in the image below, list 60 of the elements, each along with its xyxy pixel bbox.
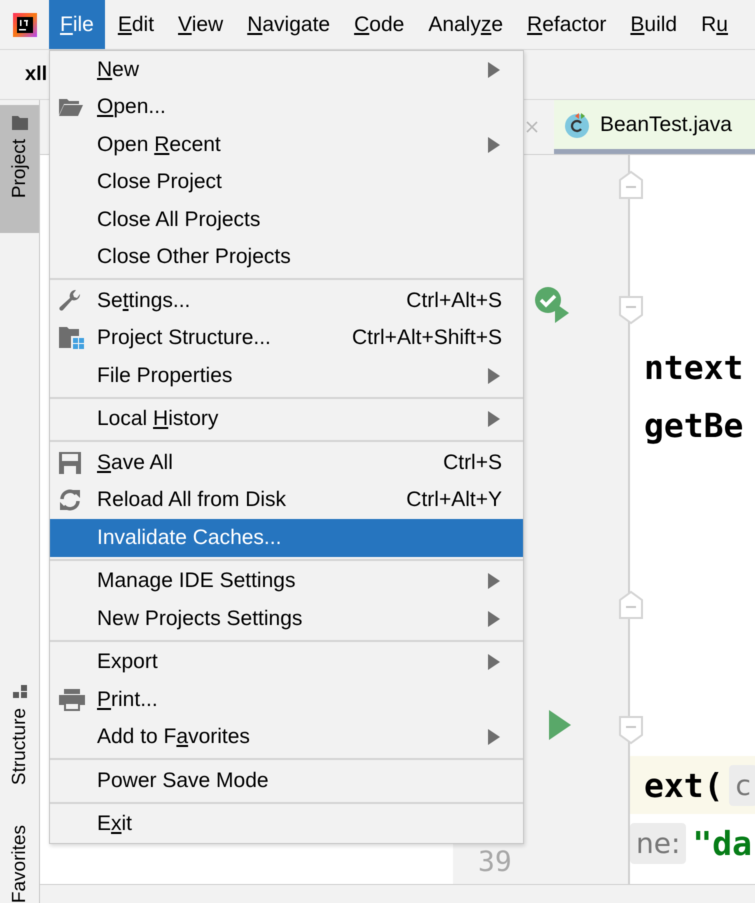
menu-item[interactable]: Close Project xyxy=(50,164,523,201)
menu-item[interactable]: New Projects Settings xyxy=(50,600,523,638)
menu-item[interactable]: Local History xyxy=(50,400,523,438)
line-number: 39 xyxy=(478,848,512,876)
menu-item[interactable]: Invalidate Caches... xyxy=(50,519,523,556)
reload-icon xyxy=(58,488,82,512)
menu-item[interactable]: File Properties xyxy=(50,357,523,394)
menu-item[interactable]: Power Save Mode xyxy=(50,762,523,800)
close-icon[interactable] xyxy=(525,120,539,134)
menu-item[interactable]: Exit xyxy=(50,806,523,843)
side-tab[interactable]: Project xyxy=(0,105,39,233)
menu-item[interactable]: Settings... Ctrl+Alt+S xyxy=(50,282,523,320)
folder-icon xyxy=(10,115,28,131)
structure-icon xyxy=(12,684,28,700)
parameter-hint: c xyxy=(729,764,755,806)
printer-icon xyxy=(58,688,86,712)
menu-item[interactable]: Open... xyxy=(50,88,523,126)
menu-item[interactable]: Reload All from Disk Ctrl+Alt+Y xyxy=(50,482,523,519)
menu-item[interactable]: Export xyxy=(50,644,523,681)
shortcut-text: Ctrl+S xyxy=(443,450,502,475)
menu-item[interactable]: New xyxy=(50,51,523,88)
fold-marker-icon[interactable] xyxy=(618,715,644,745)
menu-bar-item[interactable]: Code xyxy=(343,0,416,49)
menu-bar-item[interactable]: Refactor xyxy=(516,0,618,49)
editor-tab[interactable]: BeanTest.java xyxy=(554,100,755,154)
wrench-icon xyxy=(58,288,82,313)
menu-item[interactable]: Add to Favorites xyxy=(50,718,523,756)
code-string: "da xyxy=(692,824,752,862)
menu-bar-item[interactable]: Analyze xyxy=(417,0,514,49)
shortcut-text: Ctrl+Alt+S xyxy=(406,288,502,313)
menu-bar-item[interactable]: Navigate xyxy=(236,0,342,49)
menu-item[interactable]: Manage IDE Settings xyxy=(50,562,523,600)
menu-bar-item[interactable]: Ru xyxy=(690,0,739,49)
app-logo-icon[interactable] xyxy=(13,12,37,36)
parameter-hint: ne: xyxy=(630,822,686,864)
menu-item[interactable]: Save All Ctrl+S xyxy=(50,444,523,482)
menu-item[interactable]: Print... xyxy=(50,681,523,718)
menu-bar-item[interactable]: File xyxy=(49,0,105,49)
code-text: ext( xyxy=(644,766,724,804)
menu-item[interactable]: Close All Projects xyxy=(50,201,523,238)
menu-bar-item[interactable]: View xyxy=(167,0,234,49)
menu-bar-item[interactable]: Edit xyxy=(106,0,166,49)
menu-bar-item[interactable]: Build xyxy=(619,0,688,49)
class-file-icon xyxy=(564,110,592,138)
project-name[interactable]: xll xyxy=(25,63,48,86)
code-text: ntext xyxy=(644,348,744,386)
project-structure-icon xyxy=(58,326,86,350)
fold-marker-icon[interactable] xyxy=(618,170,644,200)
shortcut-text: Ctrl+Alt+Y xyxy=(406,488,502,512)
code-text: getBe xyxy=(644,406,744,444)
side-tab[interactable]: Structure xyxy=(0,674,39,795)
folder-icon xyxy=(58,97,84,118)
run-icon[interactable] xyxy=(548,710,572,740)
fold-marker-icon[interactable] xyxy=(618,295,644,325)
menu-item[interactable]: Open Recent xyxy=(50,126,523,164)
menu-item[interactable]: Project Structure... Ctrl+Alt+Shift+S xyxy=(50,320,523,357)
menu-item[interactable]: Close Other Projects xyxy=(50,238,523,276)
shortcut-text: Ctrl+Alt+Shift+S xyxy=(352,326,502,350)
side-tab[interactable]: Favorites xyxy=(0,814,39,903)
fold-marker-icon[interactable] xyxy=(618,590,644,620)
